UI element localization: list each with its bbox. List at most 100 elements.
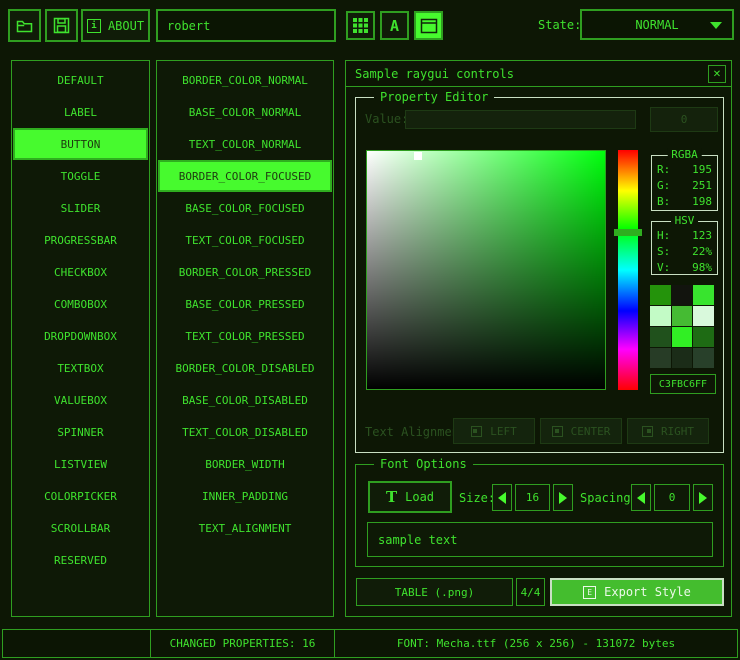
save-file-button[interactable] bbox=[45, 9, 78, 42]
info-icon: i bbox=[87, 19, 101, 33]
hue-slider-handle[interactable] bbox=[614, 229, 642, 236]
list-item[interactable]: PROGRESSBAR bbox=[12, 224, 149, 256]
spacing-decrease-button[interactable] bbox=[631, 484, 651, 511]
align-left-icon bbox=[471, 426, 482, 437]
color-picker-cursor[interactable] bbox=[414, 152, 422, 160]
b-value: 198 bbox=[692, 195, 712, 208]
hex-color-input[interactable]: C3FBC6FF bbox=[650, 374, 716, 394]
list-item[interactable]: INNER_PADDING bbox=[157, 480, 333, 512]
align-right-label: RIGHT bbox=[661, 425, 694, 438]
list-item[interactable]: TEXT_COLOR_FOCUSED bbox=[157, 224, 333, 256]
list-item[interactable]: TEXTBOX bbox=[12, 352, 149, 384]
list-item[interactable]: CHECKBOX bbox=[12, 256, 149, 288]
sample-text: sample text bbox=[378, 533, 457, 547]
color-swatch[interactable] bbox=[693, 327, 714, 347]
list-item[interactable]: RESERVED bbox=[12, 544, 149, 576]
export-icon: E bbox=[583, 586, 596, 599]
color-swatch[interactable] bbox=[650, 348, 671, 368]
list-item[interactable]: LABEL bbox=[12, 96, 149, 128]
color-swatch[interactable] bbox=[693, 348, 714, 368]
list-item[interactable]: BORDER_COLOR_PRESSED bbox=[157, 256, 333, 288]
align-left-button[interactable]: LEFT bbox=[453, 418, 535, 444]
export-format-index[interactable]: 4/4 bbox=[516, 578, 545, 606]
color-swatch[interactable] bbox=[650, 285, 671, 305]
close-button[interactable]: ✕ bbox=[708, 65, 726, 83]
color-swatch[interactable] bbox=[672, 285, 693, 305]
list-item[interactable]: BORDER_COLOR_NORMAL bbox=[157, 64, 333, 96]
text-t-icon: T bbox=[386, 488, 397, 506]
window-titlebar[interactable]: Sample raygui controls ✕ bbox=[346, 61, 731, 87]
list-item[interactable]: BASE_COLOR_NORMAL bbox=[157, 96, 333, 128]
color-swatch[interactable] bbox=[650, 306, 671, 326]
list-item[interactable]: COLORPICKER bbox=[12, 480, 149, 512]
chevron-left-icon bbox=[637, 492, 645, 504]
spacing-value-box[interactable]: 0 bbox=[654, 484, 690, 511]
list-item[interactable]: TEXT_COLOR_NORMAL bbox=[157, 128, 333, 160]
size-increase-button[interactable] bbox=[553, 484, 573, 511]
list-item[interactable]: TEXT_ALIGNMENT bbox=[157, 512, 333, 544]
state-value: NORMAL bbox=[635, 18, 678, 32]
grid-view-button[interactable] bbox=[346, 11, 375, 40]
chevron-right-icon bbox=[699, 492, 707, 504]
list-item[interactable]: BORDER_COLOR_FOCUSED bbox=[158, 160, 332, 192]
list-item[interactable]: BASE_COLOR_DISABLED bbox=[157, 384, 333, 416]
list-item[interactable]: BORDER_WIDTH bbox=[157, 448, 333, 480]
size-value-box[interactable]: 16 bbox=[515, 484, 550, 511]
value-slider[interactable] bbox=[405, 110, 636, 129]
status-font-info: FONT: Mecha.ttf (256 x 256) - 131072 byt… bbox=[335, 630, 737, 657]
value-box[interactable]: 0 bbox=[650, 107, 718, 132]
list-item[interactable]: TEXT_COLOR_PRESSED bbox=[157, 320, 333, 352]
align-center-button[interactable]: CENTER bbox=[540, 418, 622, 444]
open-file-button[interactable] bbox=[8, 9, 41, 42]
list-item[interactable]: SLIDER bbox=[12, 192, 149, 224]
list-item[interactable]: TEXT_COLOR_DISABLED bbox=[157, 416, 333, 448]
grid-icon bbox=[352, 17, 369, 34]
list-item[interactable]: COMBOBOX bbox=[12, 288, 149, 320]
color-swatch[interactable] bbox=[650, 327, 671, 347]
list-item[interactable]: SPINNER bbox=[12, 416, 149, 448]
font-view-button[interactable]: A bbox=[380, 11, 409, 40]
align-left-label: LEFT bbox=[490, 425, 517, 438]
hue-bar[interactable] bbox=[618, 150, 638, 390]
export-style-button[interactable]: E Export Style bbox=[550, 578, 724, 606]
list-item[interactable]: SCROLLBAR bbox=[12, 512, 149, 544]
list-item[interactable]: BUTTON bbox=[13, 128, 148, 160]
list-item[interactable]: LISTVIEW bbox=[12, 448, 149, 480]
sample-text-input[interactable]: sample text bbox=[367, 522, 713, 557]
hsv-label: HSV bbox=[671, 214, 699, 227]
b-label: B: bbox=[657, 195, 670, 208]
state-dropdown[interactable]: NORMAL bbox=[580, 9, 734, 40]
size-label: Size: bbox=[459, 491, 495, 505]
color-swatch[interactable] bbox=[693, 306, 714, 326]
align-right-button[interactable]: RIGHT bbox=[627, 418, 709, 444]
color-swatch[interactable] bbox=[672, 348, 693, 368]
close-icon: ✕ bbox=[713, 69, 721, 80]
value-text: 0 bbox=[681, 113, 688, 126]
color-swatch[interactable] bbox=[693, 285, 714, 305]
spacing-increase-button[interactable] bbox=[693, 484, 713, 511]
export-index-value: 4/4 bbox=[521, 586, 541, 599]
rgba-b-row: B: 198 bbox=[652, 193, 717, 209]
load-font-button[interactable]: T Load bbox=[368, 481, 452, 513]
list-item[interactable]: VALUEBOX bbox=[12, 384, 149, 416]
list-item[interactable]: BORDER_COLOR_DISABLED bbox=[157, 352, 333, 384]
status-bar: CHANGED PROPERTIES: 16 FONT: Mecha.ttf (… bbox=[2, 629, 738, 658]
color-swatch[interactable] bbox=[672, 306, 693, 326]
color-picker-panel[interactable] bbox=[366, 150, 606, 390]
list-item[interactable]: DROPDOWNBOX bbox=[12, 320, 149, 352]
chevron-left-icon bbox=[498, 492, 506, 504]
color-swatch[interactable] bbox=[672, 327, 693, 347]
controls-list: DEFAULTLABELBUTTONTOGGLESLIDERPROGRESSBA… bbox=[11, 60, 150, 617]
list-item[interactable]: BASE_COLOR_FOCUSED bbox=[157, 192, 333, 224]
list-item[interactable]: DEFAULT bbox=[12, 64, 149, 96]
export-format-button[interactable]: TABLE (.png) bbox=[356, 578, 513, 606]
about-button[interactable]: i ABOUT bbox=[81, 9, 150, 42]
text-alignment-label: Text Alignment bbox=[365, 425, 466, 439]
v-label: V: bbox=[657, 261, 670, 274]
align-right-icon bbox=[642, 426, 653, 437]
list-item[interactable]: TOGGLE bbox=[12, 160, 149, 192]
list-item[interactable]: BASE_COLOR_PRESSED bbox=[157, 288, 333, 320]
style-name-input[interactable] bbox=[156, 9, 336, 42]
window-view-button[interactable] bbox=[414, 11, 443, 40]
size-decrease-button[interactable] bbox=[492, 484, 512, 511]
